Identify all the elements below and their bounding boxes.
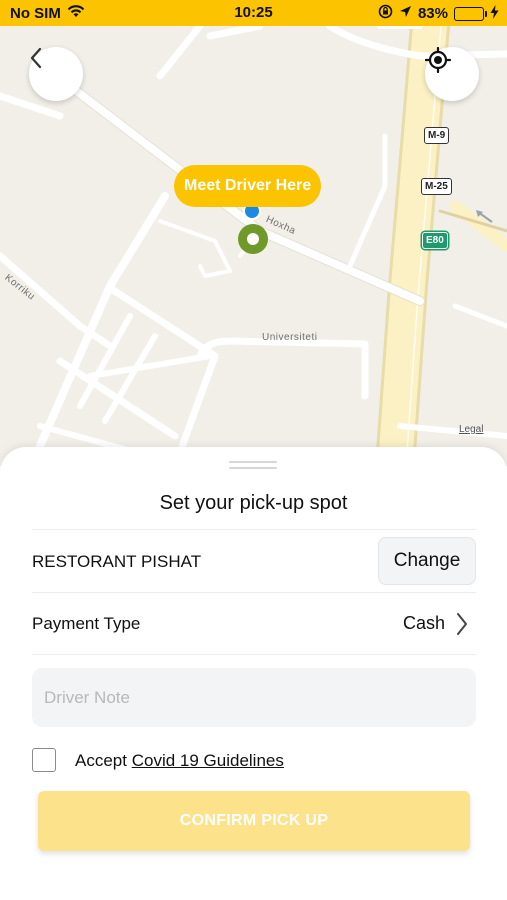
accept-prefix: Accept <box>75 751 127 770</box>
driver-note-input[interactable] <box>32 668 476 727</box>
status-right: 83% <box>378 4 499 23</box>
payment-type-label: Payment Type <box>32 614 141 633</box>
map-view[interactable]: Hoxha Korriku Universiteti M-9 M-25 E80 … <box>0 26 507 466</box>
back-button[interactable] <box>29 47 83 101</box>
payment-type-value[interactable]: Cash <box>403 613 445 634</box>
road-shield-m9: M-9 <box>424 127 450 144</box>
orientation-lock-icon <box>378 4 393 23</box>
road-shield-m25: M-25 <box>421 178 452 195</box>
divider <box>32 654 476 655</box>
road-label-universiteti: Universiteti <box>262 332 318 343</box>
pickup-bottom-sheet: Set your pick-up spot RESTORANT PISHAT C… <box>0 447 507 900</box>
divider <box>32 592 476 593</box>
battery-icon <box>454 6 487 21</box>
sheet-title: Set your pick-up spot <box>159 492 348 514</box>
change-location-button[interactable]: Change <box>378 537 476 585</box>
my-location-button[interactable] <box>425 47 479 101</box>
meet-driver-bubble[interactable]: Meet Driver Here <box>174 165 322 207</box>
road-shield-e80: E80 <box>422 232 448 249</box>
covid-guidelines-checkbox[interactable] <box>32 748 56 772</box>
location-arrow-icon <box>399 5 412 22</box>
pickup-location-name: RESTORANT PISHAT <box>32 552 202 571</box>
chevron-right-icon[interactable] <box>455 611 469 642</box>
confirm-pickup-button[interactable]: CONFIRM PICK UP <box>38 791 470 851</box>
battery-percent: 83% <box>417 5 448 22</box>
charging-bolt-icon <box>490 4 499 23</box>
covid-guidelines-label: Accept Covid 19 Guidelines <box>75 751 284 771</box>
sheet-drag-handle[interactable] <box>229 461 277 470</box>
divider <box>32 529 476 530</box>
status-bar: No SIM 10:25 83% <box>0 0 507 26</box>
map-legal-link[interactable]: Legal <box>459 424 483 435</box>
covid-guidelines-link[interactable]: Covid 19 Guidelines <box>132 751 284 770</box>
